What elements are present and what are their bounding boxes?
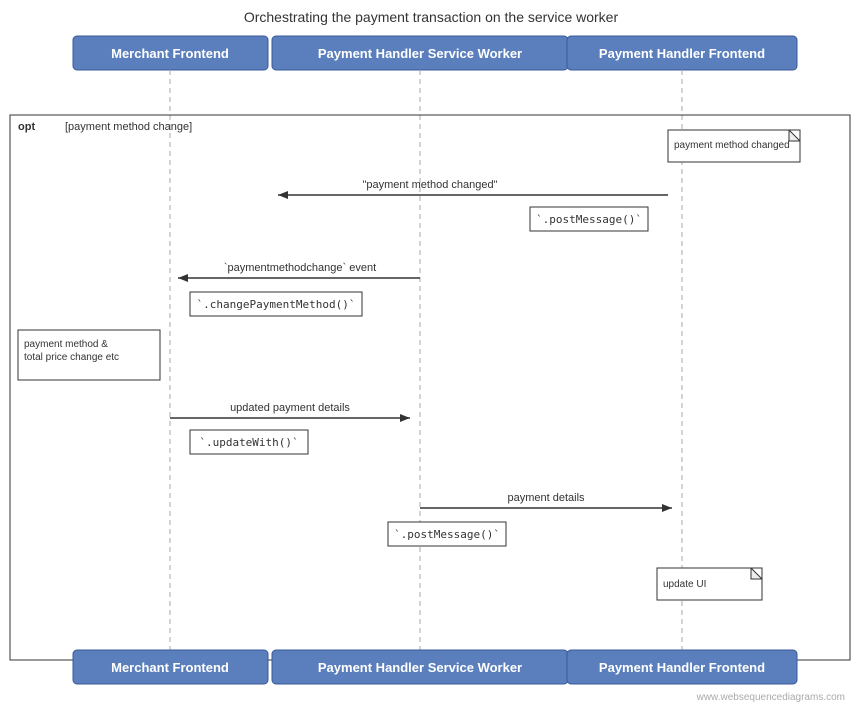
arrow-payment-method-changed-label: "payment method changed": [362, 179, 497, 191]
actor-sw-bottom-label: Payment Handler Service Worker: [318, 660, 522, 675]
mb-changepayment-text: `.changePaymentMethod()`: [197, 298, 356, 311]
arrow-updated-payment-label: updated payment details: [230, 402, 350, 414]
mb-updatewith-text: `.updateWith()`: [199, 436, 298, 449]
note-update-ui-text: update UI: [663, 579, 706, 590]
arrow-updated-payment-head: [400, 414, 410, 422]
arrow-paymentmethodchange-label: `paymentmethodchange` event: [224, 262, 376, 274]
note-payment-method-note-line1: payment method &: [24, 339, 108, 350]
note-payment-method-changed-text: payment method changed: [674, 140, 790, 151]
actor-merchant-bottom-label: Merchant Frontend: [111, 660, 229, 675]
actor-hf-top-label: Payment Handler Frontend: [599, 46, 765, 61]
arrow-paymentmethodchange-head: [178, 274, 188, 282]
opt-label: opt: [18, 121, 35, 133]
actor-merchant-top-label: Merchant Frontend: [111, 46, 229, 61]
opt-guard: [payment method change]: [65, 121, 192, 133]
actor-hf-bottom-label: Payment Handler Frontend: [599, 660, 765, 675]
actor-sw-top-label: Payment Handler Service Worker: [318, 46, 522, 61]
diagram-container: Orchestrating the payment transaction on…: [0, 0, 862, 710]
note-payment-method-note-line2: total price change etc: [24, 352, 119, 363]
arrow-payment-method-changed-head: [278, 191, 288, 199]
mb-postmessage1-text: `.postMessage()`: [536, 213, 642, 226]
diagram-title: Orchestrating the payment transaction on…: [244, 9, 619, 25]
arrow-payment-details-label: payment details: [507, 492, 585, 504]
mb-postmessage2-text: `.postMessage()`: [394, 528, 500, 541]
watermark: www.websequencediagrams.com: [696, 692, 845, 703]
arrow-payment-details-head: [662, 504, 672, 512]
